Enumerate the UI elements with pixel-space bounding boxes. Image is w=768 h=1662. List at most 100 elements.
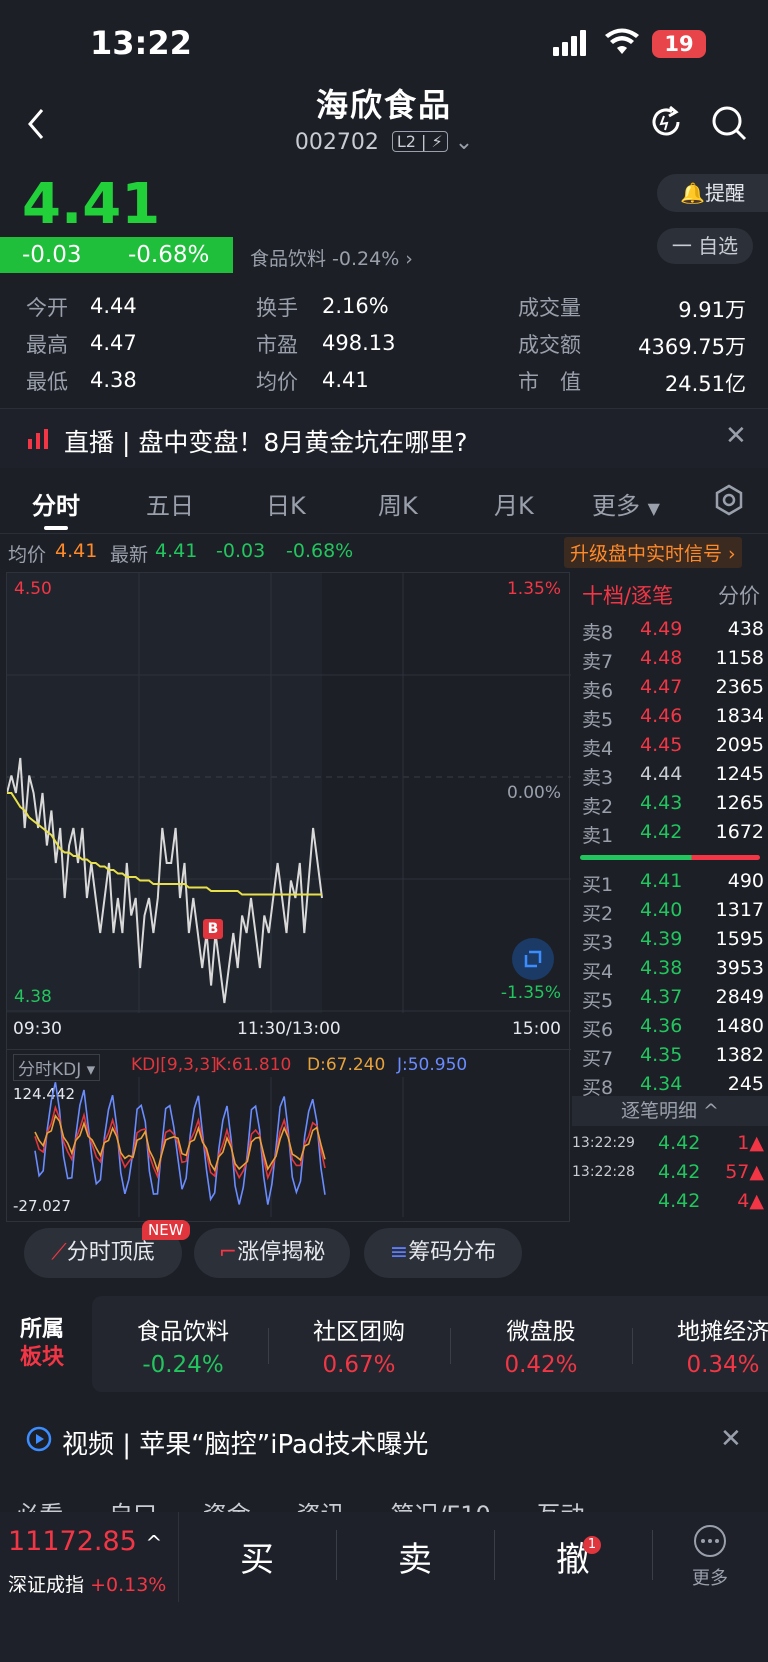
ask-row[interactable]: 卖3 4.44 1245 (582, 763, 764, 792)
tab-more-label: 更多 (592, 492, 640, 520)
change-bar: -0.03 -0.68% (0, 237, 233, 273)
sell-button[interactable]: 卖 (336, 1532, 494, 1581)
bid-label: 买1 (582, 874, 614, 896)
bid-row[interactable]: 买4 4.38 3953 (582, 957, 764, 986)
ask-row[interactable]: 卖8 4.49 438 (582, 618, 764, 647)
ask-label: 卖2 (582, 796, 614, 818)
cancel-order-button[interactable]: 撤 (494, 1532, 652, 1581)
orderbook-tab-price[interactable]: 分价 (718, 580, 760, 610)
stats-grid: 今开 4.44 换手 2.16% 成交量 9.91万 最高 4.47 市盈 49… (0, 290, 768, 400)
tab-weekly[interactable]: 周K (378, 486, 418, 521)
bottom-info-tabs[interactable]: 必看 自口 资金 资讯 简况/F10 互动 (0, 1494, 768, 1514)
kdj-line-d (34, 1114, 326, 1174)
sector-link[interactable]: 食品饮料 -0.24% › (250, 244, 413, 271)
stat-label: 成交量 (518, 296, 581, 320)
index-pct: +0.13% (90, 1574, 167, 1596)
live-news-bar[interactable]: 直播 | 盘中变盘！8月黄金坑在哪里? ✕ (0, 408, 768, 468)
sector-card[interactable]: 地摊经济 0.34% (632, 1296, 768, 1392)
chevron-up-icon: ^ (145, 1531, 163, 1555)
close-icon[interactable]: ✕ (720, 1424, 742, 1454)
ask-row[interactable]: 卖1 4.42 1672 (582, 821, 764, 850)
tool-label: 分时顶底 (66, 1240, 155, 1265)
bid-row[interactable]: 买3 4.39 1595 (582, 928, 764, 957)
ticks-header[interactable]: 逐笔明细 ^ (572, 1096, 768, 1126)
upgrade-signal-link[interactable]: 升级盘中实时信号 › (564, 537, 742, 568)
kdj-j: J:50.950 (397, 1055, 468, 1075)
tab-five-day[interactable]: 五日 (146, 486, 194, 521)
watchlist-button[interactable]: 一 自选 (657, 228, 753, 264)
sector-cards: 食品饮料 -0.24% 社区团购 0.67% 微盘股 0.42% 地摊经济 0.… (92, 1296, 768, 1392)
bid-price: 4.41 (640, 870, 683, 892)
ask-row[interactable]: 卖2 4.43 1265 (582, 792, 764, 821)
ask-row[interactable]: 卖6 4.47 2365 (582, 676, 764, 705)
video-news-bar[interactable]: 视频 | 苹果“脑控”iPad技术曝光 ✕ (0, 1408, 768, 1472)
avg-value: 4.41 (55, 540, 98, 562)
stat-value: 4.44 (90, 294, 137, 318)
fullscreen-button[interactable] (512, 938, 554, 980)
orderbook-tab-level[interactable]: 十档/逐笔 (582, 580, 673, 610)
stat-label: 市 值 (518, 370, 581, 394)
close-icon[interactable]: ✕ (725, 421, 747, 451)
stat-value: 4.47 (90, 331, 137, 355)
settings-icon[interactable] (714, 484, 744, 520)
sector-name: 食品饮料 (137, 1319, 229, 1345)
bid-row[interactable]: 买7 4.35 1382 (582, 1044, 764, 1073)
sector-card[interactable]: 社区团购 0.67% (268, 1296, 450, 1392)
buy-button[interactable]: 买 (178, 1532, 336, 1581)
ask-row[interactable]: 卖4 4.45 2095 (582, 734, 764, 763)
status-bar: 13:22 19 (0, 0, 768, 90)
ask-price: 4.48 (640, 647, 683, 669)
tab-active-indicator (44, 526, 68, 530)
bid-label: 买4 (582, 961, 614, 983)
more-dots-icon (694, 1525, 726, 1557)
ask-row[interactable]: 卖7 4.48 1158 (582, 647, 764, 676)
bid-label: 买6 (582, 1019, 614, 1041)
tab-daily[interactable]: 日K (266, 486, 306, 521)
ask-volume: 438 (727, 618, 764, 640)
ask-row[interactable]: 卖5 4.46 1834 (582, 705, 764, 734)
tab-more[interactable]: 更多 ▼ (592, 486, 660, 521)
bid-label: 买2 (582, 903, 614, 925)
index-value-row[interactable]: 11172.85 ^ (8, 1526, 162, 1557)
triangle-down-icon: ▼ (647, 499, 660, 518)
refresh-icon[interactable] (648, 104, 684, 144)
sector-card[interactable]: 食品饮料 -0.24% (92, 1296, 274, 1392)
sector-card[interactable]: 微盘股 0.42% (450, 1296, 632, 1392)
ask-label: 卖3 (582, 767, 614, 789)
bid-row[interactable]: 买2 4.40 1317 (582, 899, 764, 928)
tick-volume: 57▲ (725, 1161, 764, 1183)
sector-title: 所属 板块 (20, 1316, 64, 1372)
bid-label: 买3 (582, 932, 614, 954)
wifi-icon (604, 28, 640, 60)
bid-price: 4.38 (640, 957, 683, 979)
news-text: 直播 | 盘中变盘！8月黄金坑在哪里? (64, 428, 468, 457)
stat-label: 今开 (26, 296, 68, 320)
sector-pct: 0.67% (322, 1352, 396, 1378)
bid-volume: 490 (727, 870, 764, 892)
last-label: 最新 (110, 544, 149, 566)
bid-row[interactable]: 买1 4.41 490 (582, 870, 764, 899)
bid-row[interactable]: 买6 4.36 1480 (582, 1015, 764, 1044)
tab-monthly[interactable]: 月K (494, 486, 534, 521)
signal-icon (553, 30, 589, 56)
more-button[interactable]: 更多 (660, 1524, 760, 1590)
search-icon[interactable] (710, 104, 748, 146)
alert-button[interactable]: 🔔提醒 (657, 174, 768, 212)
buy-signal-marker[interactable]: B (203, 919, 223, 939)
bid-volume: 245 (727, 1073, 764, 1095)
index-name: 深证成指 (8, 1574, 85, 1596)
tab-intraday[interactable]: 分时 (32, 486, 80, 521)
ask-volume: 1834 (715, 705, 764, 727)
price-chart-svg (7, 573, 571, 1013)
avg-label: 均价 (8, 544, 47, 566)
bid-row[interactable]: 买5 4.37 2849 (582, 986, 764, 1015)
stat-value: 9.91万 (678, 298, 746, 322)
tick-price: 4.42 (658, 1190, 701, 1212)
intraday-chart[interactable]: 4.50 4.38 1.35% 0.00% -1.35% B 09:30 11:… (6, 572, 571, 1222)
tool-limit-up[interactable]: ⌐涨停揭秘 (194, 1228, 350, 1278)
tool-chip-distribution[interactable]: ≡筹码分布 (364, 1228, 522, 1278)
l2-badge-label: L2 (396, 132, 416, 151)
tick-row: 13:22:29 4.42 1▲ (572, 1132, 764, 1161)
bottom-trade-bar: 11172.85 ^ 深证成指 +0.13% 买 卖 撤 1 更多 (0, 1512, 768, 1662)
chip-icon: ≡ (389, 1240, 409, 1265)
